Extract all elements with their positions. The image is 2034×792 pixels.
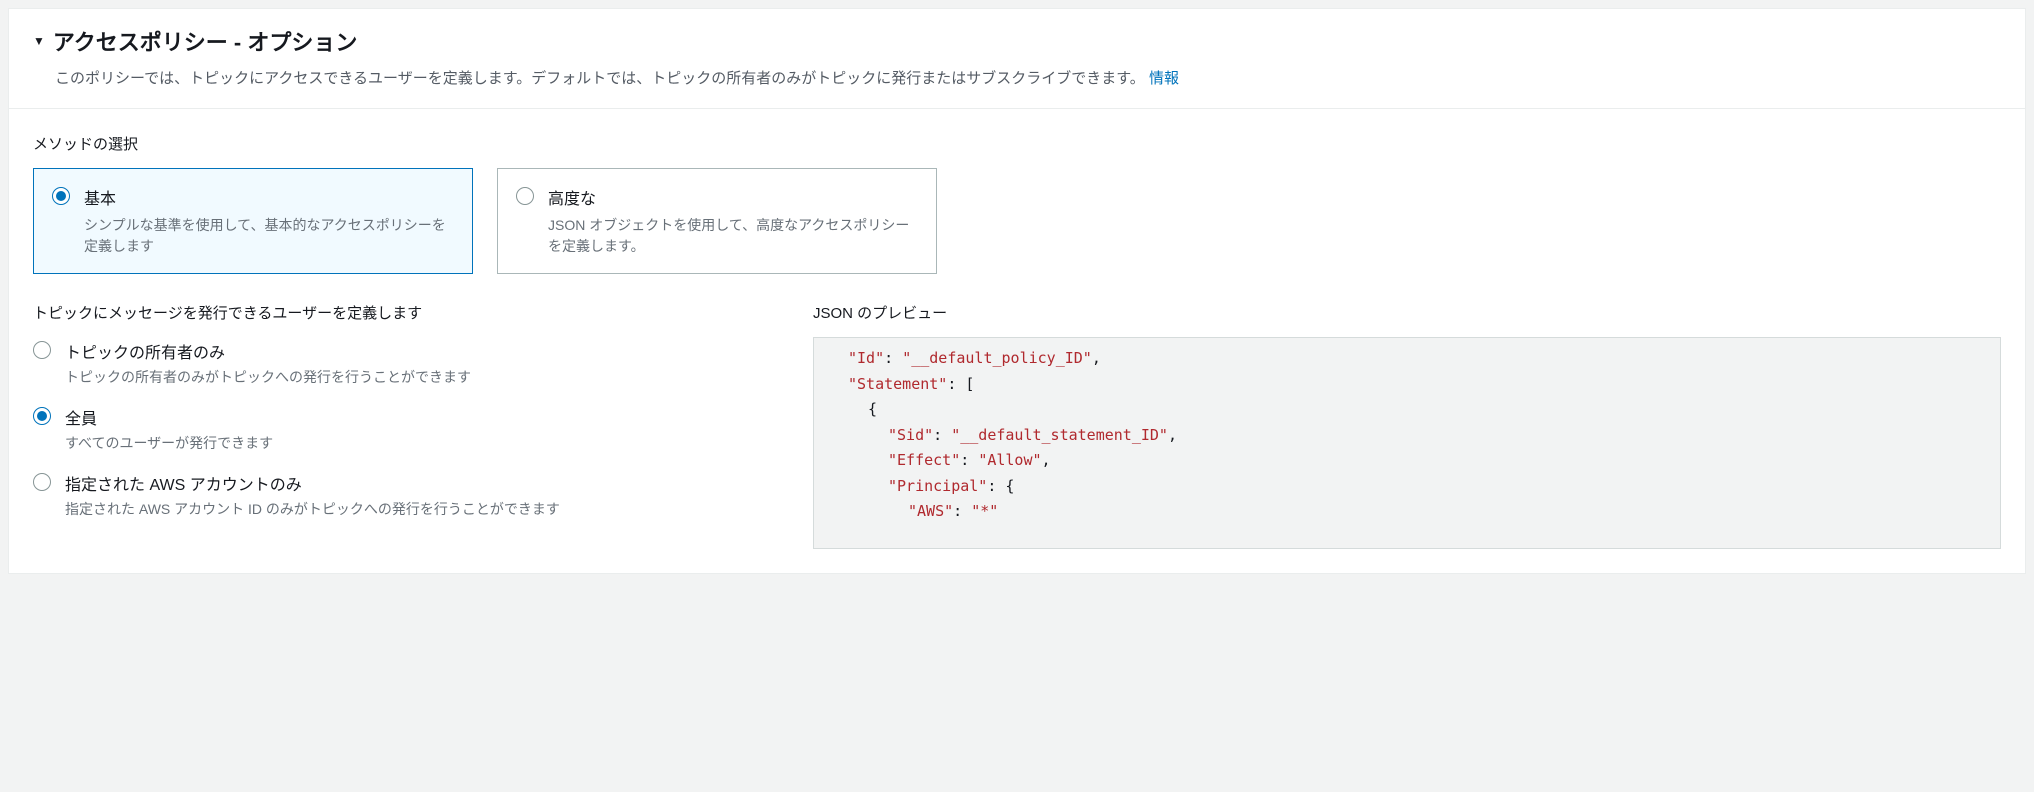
tile-title: 基本 xyxy=(84,185,454,209)
tile-title: 高度な xyxy=(548,185,918,209)
radio-icon xyxy=(516,187,534,205)
radio-title: トピックの所有者のみ xyxy=(65,339,773,363)
section-title: アクセスポリシー - オプション xyxy=(53,25,357,57)
publishers-radio-list: トピックの所有者のみ トピックの所有者のみがトピックへの発行を行うことができます… xyxy=(33,339,773,519)
radio-title: 指定された AWS アカウントのみ xyxy=(65,471,773,495)
tile-desc: JSON オブジェクトを使用して、高度なアクセスポリシーを定義します。 xyxy=(548,215,918,257)
info-link[interactable]: 情報 xyxy=(1149,70,1179,87)
publisher-option-owner[interactable]: トピックの所有者のみ トピックの所有者のみがトピックへの発行を行うことができます xyxy=(33,339,773,387)
publishers-label: トピックにメッセージを発行できるユーザーを定義します xyxy=(33,302,773,323)
method-tile-basic[interactable]: 基本 シンプルな基準を使用して、基本的なアクセスポリシーを定義します xyxy=(33,168,473,274)
json-preview-box[interactable]: "Id": "__default_policy_ID","Statement":… xyxy=(813,337,2001,549)
section-description: このポリシーでは、トピックにアクセスできるユーザーを定義します。デフォルトでは、… xyxy=(33,67,2001,88)
tile-desc: シンプルな基準を使用して、基本的なアクセスポリシーを定義します xyxy=(84,215,454,257)
method-tiles: 基本 シンプルな基準を使用して、基本的なアクセスポリシーを定義します 高度な J… xyxy=(33,168,2001,274)
radio-desc: 指定された AWS アカウント ID のみがトピックへの発行を行うことができます xyxy=(65,499,773,519)
radio-desc: すべてのユーザーが発行できます xyxy=(65,433,773,453)
publisher-option-everyone[interactable]: 全員 すべてのユーザーが発行できます xyxy=(33,405,773,453)
header-toggle-row[interactable]: ▼ アクセスポリシー - オプション xyxy=(33,25,2001,57)
method-tile-advanced[interactable]: 高度な JSON オブジェクトを使用して、高度なアクセスポリシーを定義します。 xyxy=(497,168,937,274)
radio-icon xyxy=(33,341,51,359)
publisher-option-accounts[interactable]: 指定された AWS アカウントのみ 指定された AWS アカウント ID のみが… xyxy=(33,471,773,519)
description-text: このポリシーでは、トピックにアクセスできるユーザーを定義します。デフォルトでは、… xyxy=(55,70,1145,87)
radio-icon xyxy=(33,473,51,491)
section-header: ▼ アクセスポリシー - オプション このポリシーでは、トピックにアクセスできる… xyxy=(9,9,2025,109)
radio-desc: トピックの所有者のみがトピックへの発行を行うことができます xyxy=(65,367,773,387)
json-preview-label: JSON のプレビュー xyxy=(813,302,2001,323)
radio-icon xyxy=(33,407,51,425)
radio-title: 全員 xyxy=(65,405,773,429)
caret-down-icon: ▼ xyxy=(33,34,45,48)
method-label: メソッドの選択 xyxy=(33,133,2001,154)
radio-icon xyxy=(52,187,70,205)
